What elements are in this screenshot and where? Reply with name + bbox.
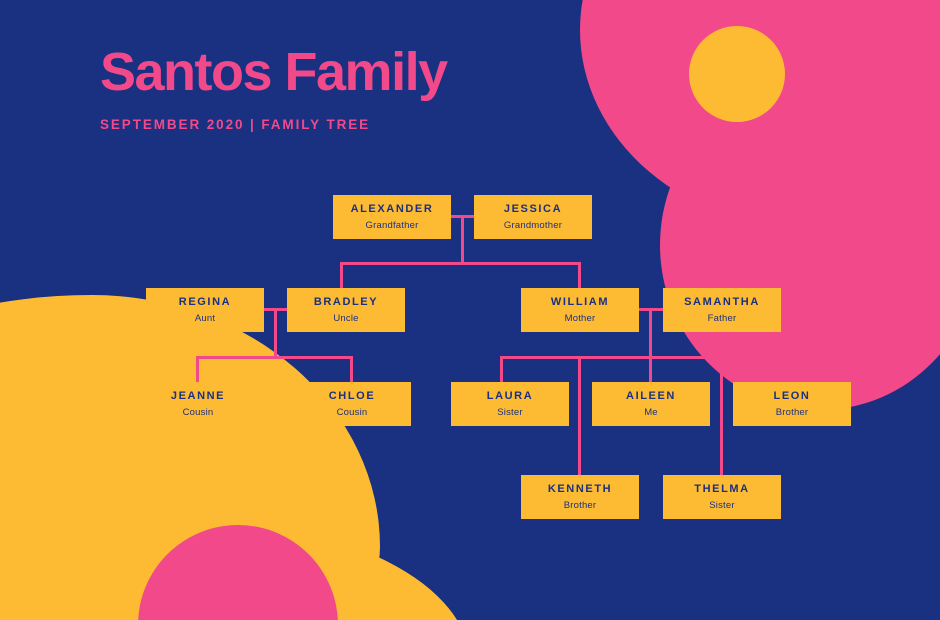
node-role: Uncle	[333, 312, 359, 324]
tree-node-alexander[interactable]: ALEXANDER Grandfather	[333, 195, 451, 239]
node-role: Mother	[564, 312, 596, 324]
tree-node-jessica[interactable]: JESSICA Grandmother	[474, 195, 592, 239]
tree-node-thelma[interactable]: THELMA Sister	[663, 475, 781, 519]
node-name: BRADLEY	[313, 295, 379, 308]
node-role: Brother	[775, 406, 809, 418]
tree-node-samantha[interactable]: SAMANTHA Father	[663, 288, 781, 332]
gen3-drop-aileen	[649, 356, 652, 384]
node-role: Sister	[497, 406, 523, 418]
gen3-left-bus	[196, 356, 353, 359]
node-name: WILLIAM	[550, 295, 610, 308]
poster-canvas: Santos Family SEPTEMBER 2020 | FAMILY TR…	[0, 0, 940, 620]
node-role: Grandmother	[503, 219, 563, 231]
tree-node-jeanne[interactable]: JEANNE Cousin	[139, 382, 257, 426]
tree-node-regina[interactable]: REGINA Aunt	[146, 288, 264, 332]
node-role: Grandfather	[365, 219, 419, 231]
gen2-drop-william	[578, 262, 581, 290]
node-role: Brother	[563, 499, 597, 511]
node-name: AILEEN	[626, 389, 676, 402]
gen3-drop-laura	[500, 356, 503, 384]
tree-node-aileen[interactable]: AILEEN Me	[592, 382, 710, 426]
node-name: ALEXANDER	[350, 202, 434, 215]
tree-node-william[interactable]: WILLIAM Mother	[521, 288, 639, 332]
node-role: Sister	[709, 499, 735, 511]
gen4-drop-thelma	[720, 356, 723, 477]
tree-node-kenneth[interactable]: KENNETH Brother	[521, 475, 639, 519]
node-role: Father	[707, 312, 737, 324]
tree-node-laura[interactable]: LAURA Sister	[451, 382, 569, 426]
gen2-bus	[340, 262, 581, 265]
gen3-drop-jeanne	[196, 356, 199, 384]
family-tree: ALEXANDER Grandfather JESSICA Grandmother RE…	[0, 0, 940, 620]
node-role: Cousin	[182, 406, 214, 418]
gen3-right-bus	[500, 356, 792, 359]
node-role: Me	[644, 406, 658, 418]
node-name: JESSICA	[503, 202, 563, 215]
node-name: JEANNE	[170, 389, 226, 402]
node-role: Cousin	[336, 406, 368, 418]
grandparents-drop	[461, 215, 464, 265]
william-samantha-drop	[649, 308, 652, 358]
node-name: CHLOE	[328, 389, 376, 402]
tree-node-leon[interactable]: LEON Brother	[733, 382, 851, 426]
node-name: THELMA	[694, 482, 750, 495]
gen4-drop-kenneth	[578, 356, 581, 477]
gen3-drop-leon	[789, 356, 792, 384]
node-role: Aunt	[194, 312, 216, 324]
regina-bradley-drop	[274, 308, 277, 358]
node-name: SAMANTHA	[684, 295, 760, 308]
gen2-drop-bradley	[340, 262, 343, 290]
tree-node-bradley[interactable]: BRADLEY Uncle	[287, 288, 405, 332]
node-name: LEON	[773, 389, 811, 402]
tree-node-chloe[interactable]: CHLOE Cousin	[293, 382, 411, 426]
node-name: LAURA	[486, 389, 534, 402]
node-name: KENNETH	[547, 482, 613, 495]
node-name: REGINA	[178, 295, 232, 308]
gen3-drop-chloe	[350, 356, 353, 384]
